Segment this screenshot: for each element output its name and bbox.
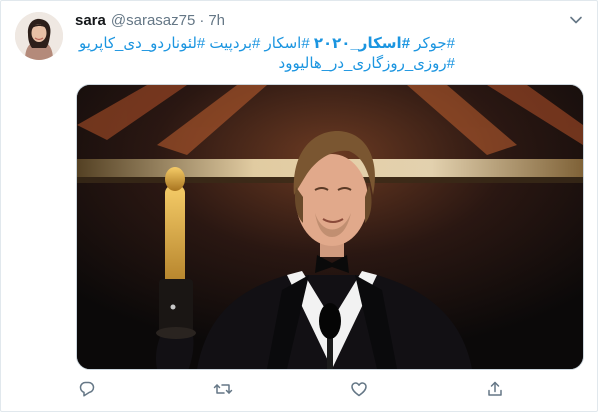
tweet-photo[interactable] — [76, 84, 584, 370]
author-handle[interactable]: @sarasaz75 — [111, 12, 195, 29]
tweet-header: sara @sarasaz75 · 7h — [75, 12, 225, 32]
hashtag-group[interactable]: #جوکر — [410, 35, 455, 52]
tweet-text: #جوکر #اسکار_۲۰۲۰ #اسکار #بردپیت #لئونار… — [75, 34, 455, 74]
tweet-time[interactable]: 7h — [208, 12, 225, 29]
heart-icon[interactable] — [348, 378, 370, 400]
chevron-down-icon[interactable] — [566, 10, 586, 30]
author-name[interactable]: sara — [75, 12, 106, 29]
avatar[interactable] — [15, 12, 63, 60]
retweet-icon[interactable] — [212, 378, 234, 400]
hashtag-group[interactable]: #اسکار #بردپیت #لئوناردو_دی_کاپریو — [79, 35, 314, 52]
separator-dot: · — [199, 12, 205, 29]
reply-icon[interactable] — [76, 378, 98, 400]
tweet-text-line-1: #جوکر #اسکار_۲۰۲۰ #اسکار #بردپیت #لئونار… — [75, 34, 455, 54]
hashtag-once-upon-a-time[interactable]: #روزی_روزگاری_در_هالیوود — [75, 54, 455, 74]
tweet-actions — [76, 376, 506, 402]
share-icon[interactable] — [484, 378, 506, 400]
hashtag-oscar-2020[interactable]: #اسکار_۲۰۲۰ — [314, 35, 410, 52]
